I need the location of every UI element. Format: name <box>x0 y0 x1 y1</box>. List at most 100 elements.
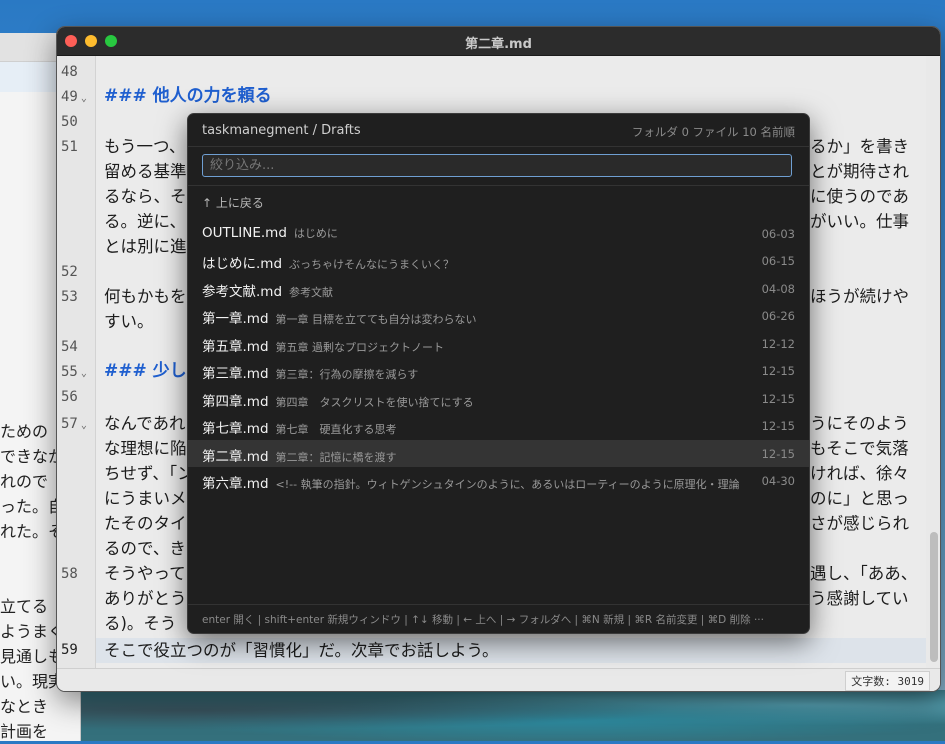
file-row[interactable]: 参考文献.md 参考文献 04-08 <box>188 275 809 302</box>
text-line: もう一つ、 <box>104 137 186 156</box>
line-number: 53 <box>61 289 78 305</box>
file-name: 参考文献.md <box>202 284 283 300</box>
text-line: る)。そう <box>104 614 177 633</box>
text-line-right: とが期待され <box>810 162 909 181</box>
text-line: な理想に陥 <box>104 439 187 458</box>
folder-path: taskmanegment / Drafts <box>202 123 361 138</box>
text-line-right: さが感じられ <box>810 514 909 533</box>
divider <box>188 146 809 147</box>
file-date: 12-15 <box>761 364 795 378</box>
line-number: 50 <box>61 114 78 130</box>
bg-text-line: 計画を <box>0 722 49 741</box>
text-line-right: う感謝してい <box>810 589 909 608</box>
palette-header: taskmanegment / Drafts フォルダ 0 ファイル 10 名前… <box>202 123 795 141</box>
text-line: るなら、そ <box>104 187 187 206</box>
file-desc: 第五章 過剰なプロジェクトノート <box>275 341 445 354</box>
line-number-current: 59 <box>61 642 78 658</box>
file-desc: 第四章 タスクリストを使い捨てにする <box>275 396 474 409</box>
file-date: 12-15 <box>761 419 795 433</box>
text-line-current: そこで役立つのが「習慣化」だ。次章でお話しよう。 <box>104 641 499 660</box>
file-row[interactable]: 第四章.md 第四章 タスクリストを使い捨てにする 12-15 <box>188 385 809 412</box>
file-name: 第三章.md <box>202 366 269 382</box>
text-line: なんであれ <box>104 414 186 433</box>
file-row[interactable]: 第三章.md 第三章：行為の摩擦を減らす 12-15 <box>188 357 809 384</box>
go-up-button[interactable]: ↑ 上に戻る <box>202 194 264 211</box>
folder-stats: フォルダ 0 ファイル 10 名前順 <box>631 125 795 139</box>
file-desc: 第三章：行為の摩擦を減らす <box>275 368 419 381</box>
text-line-right: のに」と思っ <box>810 489 909 508</box>
line-number: 57 ⌄ <box>61 416 87 432</box>
text-line-right: に使うのであ <box>810 187 909 206</box>
line-number: 56 <box>61 389 78 405</box>
file-name: 第七章.md <box>202 421 269 437</box>
file-row[interactable]: 第六章.md <!-- 執筆の指針。ウィトゲンシュタインのように、あるいはローティ… <box>188 467 809 494</box>
text-line: とは別に進 <box>104 237 187 256</box>
text-line: 留める基準 <box>104 162 187 181</box>
text-line-right: るか」を書き <box>810 137 909 156</box>
file-name: 第五章.md <box>202 339 269 355</box>
file-row[interactable]: 第五章.md 第五章 過剰なプロジェクトノート 12-12 <box>188 330 809 357</box>
text-line: る。逆に、 <box>104 212 187 231</box>
text-line: 何もかもを <box>104 287 187 306</box>
fold-chevron-icon[interactable]: ⌄ <box>81 420 87 431</box>
file-desc: 参考文献 <box>289 286 334 299</box>
divider <box>188 185 809 186</box>
text-line-right: ほうが続けや <box>810 287 909 306</box>
filter-input[interactable] <box>202 154 792 177</box>
text-line-right: 遇し、「ああ、 <box>810 564 918 583</box>
file-desc: はじめに <box>293 227 338 240</box>
line-number: 52 <box>61 264 78 280</box>
text-line: たそのタイ <box>104 514 187 533</box>
divider <box>188 604 809 605</box>
text-line: ちせず、「ン <box>104 464 194 483</box>
file-desc: ぶっちゃけそんなにうまくいく？ <box>289 258 455 271</box>
text-line: すい。 <box>104 312 154 331</box>
line-number: 48 <box>61 64 78 80</box>
text-line-right: ければ、徐々 <box>810 464 909 483</box>
file-row[interactable]: OUTLINE.md はじめに 06-03 <box>188 220 809 247</box>
file-date: 12-12 <box>761 337 795 351</box>
file-name: 第四章.md <box>202 394 269 410</box>
file-name: はじめに.md <box>202 256 283 272</box>
line-number: 51 <box>61 139 78 155</box>
file-row[interactable]: 第七章.md 第七章 硬直化する思考 12-15 <box>188 412 809 439</box>
line-number-gutter: 48 49 ⌄ 50 51 52 53 54 55 ⌄ 56 57 ⌄ 58 59 <box>57 56 96 669</box>
text-line: ありがとう <box>104 589 187 608</box>
file-desc: 第七章 硬直化する思考 <box>275 423 397 436</box>
file-date: 06-15 <box>761 254 795 268</box>
line-number: 54 <box>61 339 78 355</box>
text-line: そうやって <box>104 564 186 583</box>
text-line-right: もそこで気落 <box>810 439 909 458</box>
file-row-selected[interactable]: 第二章.md 第二章：記憶に橋を渡す 12-15 <box>188 440 809 467</box>
file-name: OUTLINE.md <box>202 225 287 241</box>
line-number: 58 <box>61 566 78 582</box>
file-desc: <!-- 執筆の指針。ウィトゲンシュタインのように、あるいはローティーのように原… <box>275 478 739 491</box>
file-date: 04-30 <box>761 474 795 488</box>
file-desc: 第一章 目標を立てても自分は変わらない <box>275 313 477 326</box>
text-line-right: うにそのよう <box>810 414 909 433</box>
file-date: 12-15 <box>761 447 795 461</box>
titlebar[interactable]: 第二章.md <box>57 27 940 56</box>
file-switcher-palette[interactable]: taskmanegment / Drafts フォルダ 0 ファイル 10 名前… <box>187 113 810 634</box>
desktop-background <box>0 690 945 741</box>
fold-chevron-icon[interactable]: ⌄ <box>81 368 87 379</box>
text-line: るので、き <box>104 539 186 558</box>
file-name: 第二章.md <box>202 449 269 465</box>
file-desc: 第二章：記憶に橋を渡す <box>275 451 397 464</box>
fold-chevron-icon[interactable]: ⌄ <box>81 93 87 104</box>
heading-line: ### 他人の力を頼る <box>104 86 272 106</box>
status-bar: 文字数: 3019 <box>57 668 940 691</box>
file-row[interactable]: はじめに.md ぶっちゃけそんなにうまくいく？ 06-15 <box>188 247 809 274</box>
file-name: 第一章.md <box>202 311 269 327</box>
keyboard-shortcuts-hint: enter 開く | shift+enter 新規ウィンドウ | ↑↓ 移動 |… <box>202 614 764 626</box>
file-name: 第六章.md <box>202 476 269 492</box>
vertical-scrollbar[interactable] <box>930 532 938 662</box>
line-number: 49 ⌄ <box>61 89 87 105</box>
line-number: 55 ⌄ <box>61 364 87 380</box>
file-date: 12-15 <box>761 392 795 406</box>
file-row[interactable]: 第一章.md 第一章 目標を立てても自分は変わらない 06-26 <box>188 302 809 329</box>
text-line: にうまいメ <box>104 489 187 508</box>
window-title: 第二章.md <box>465 37 532 52</box>
file-date: 06-03 <box>761 227 795 241</box>
bg-text-line: なとき <box>0 697 49 716</box>
